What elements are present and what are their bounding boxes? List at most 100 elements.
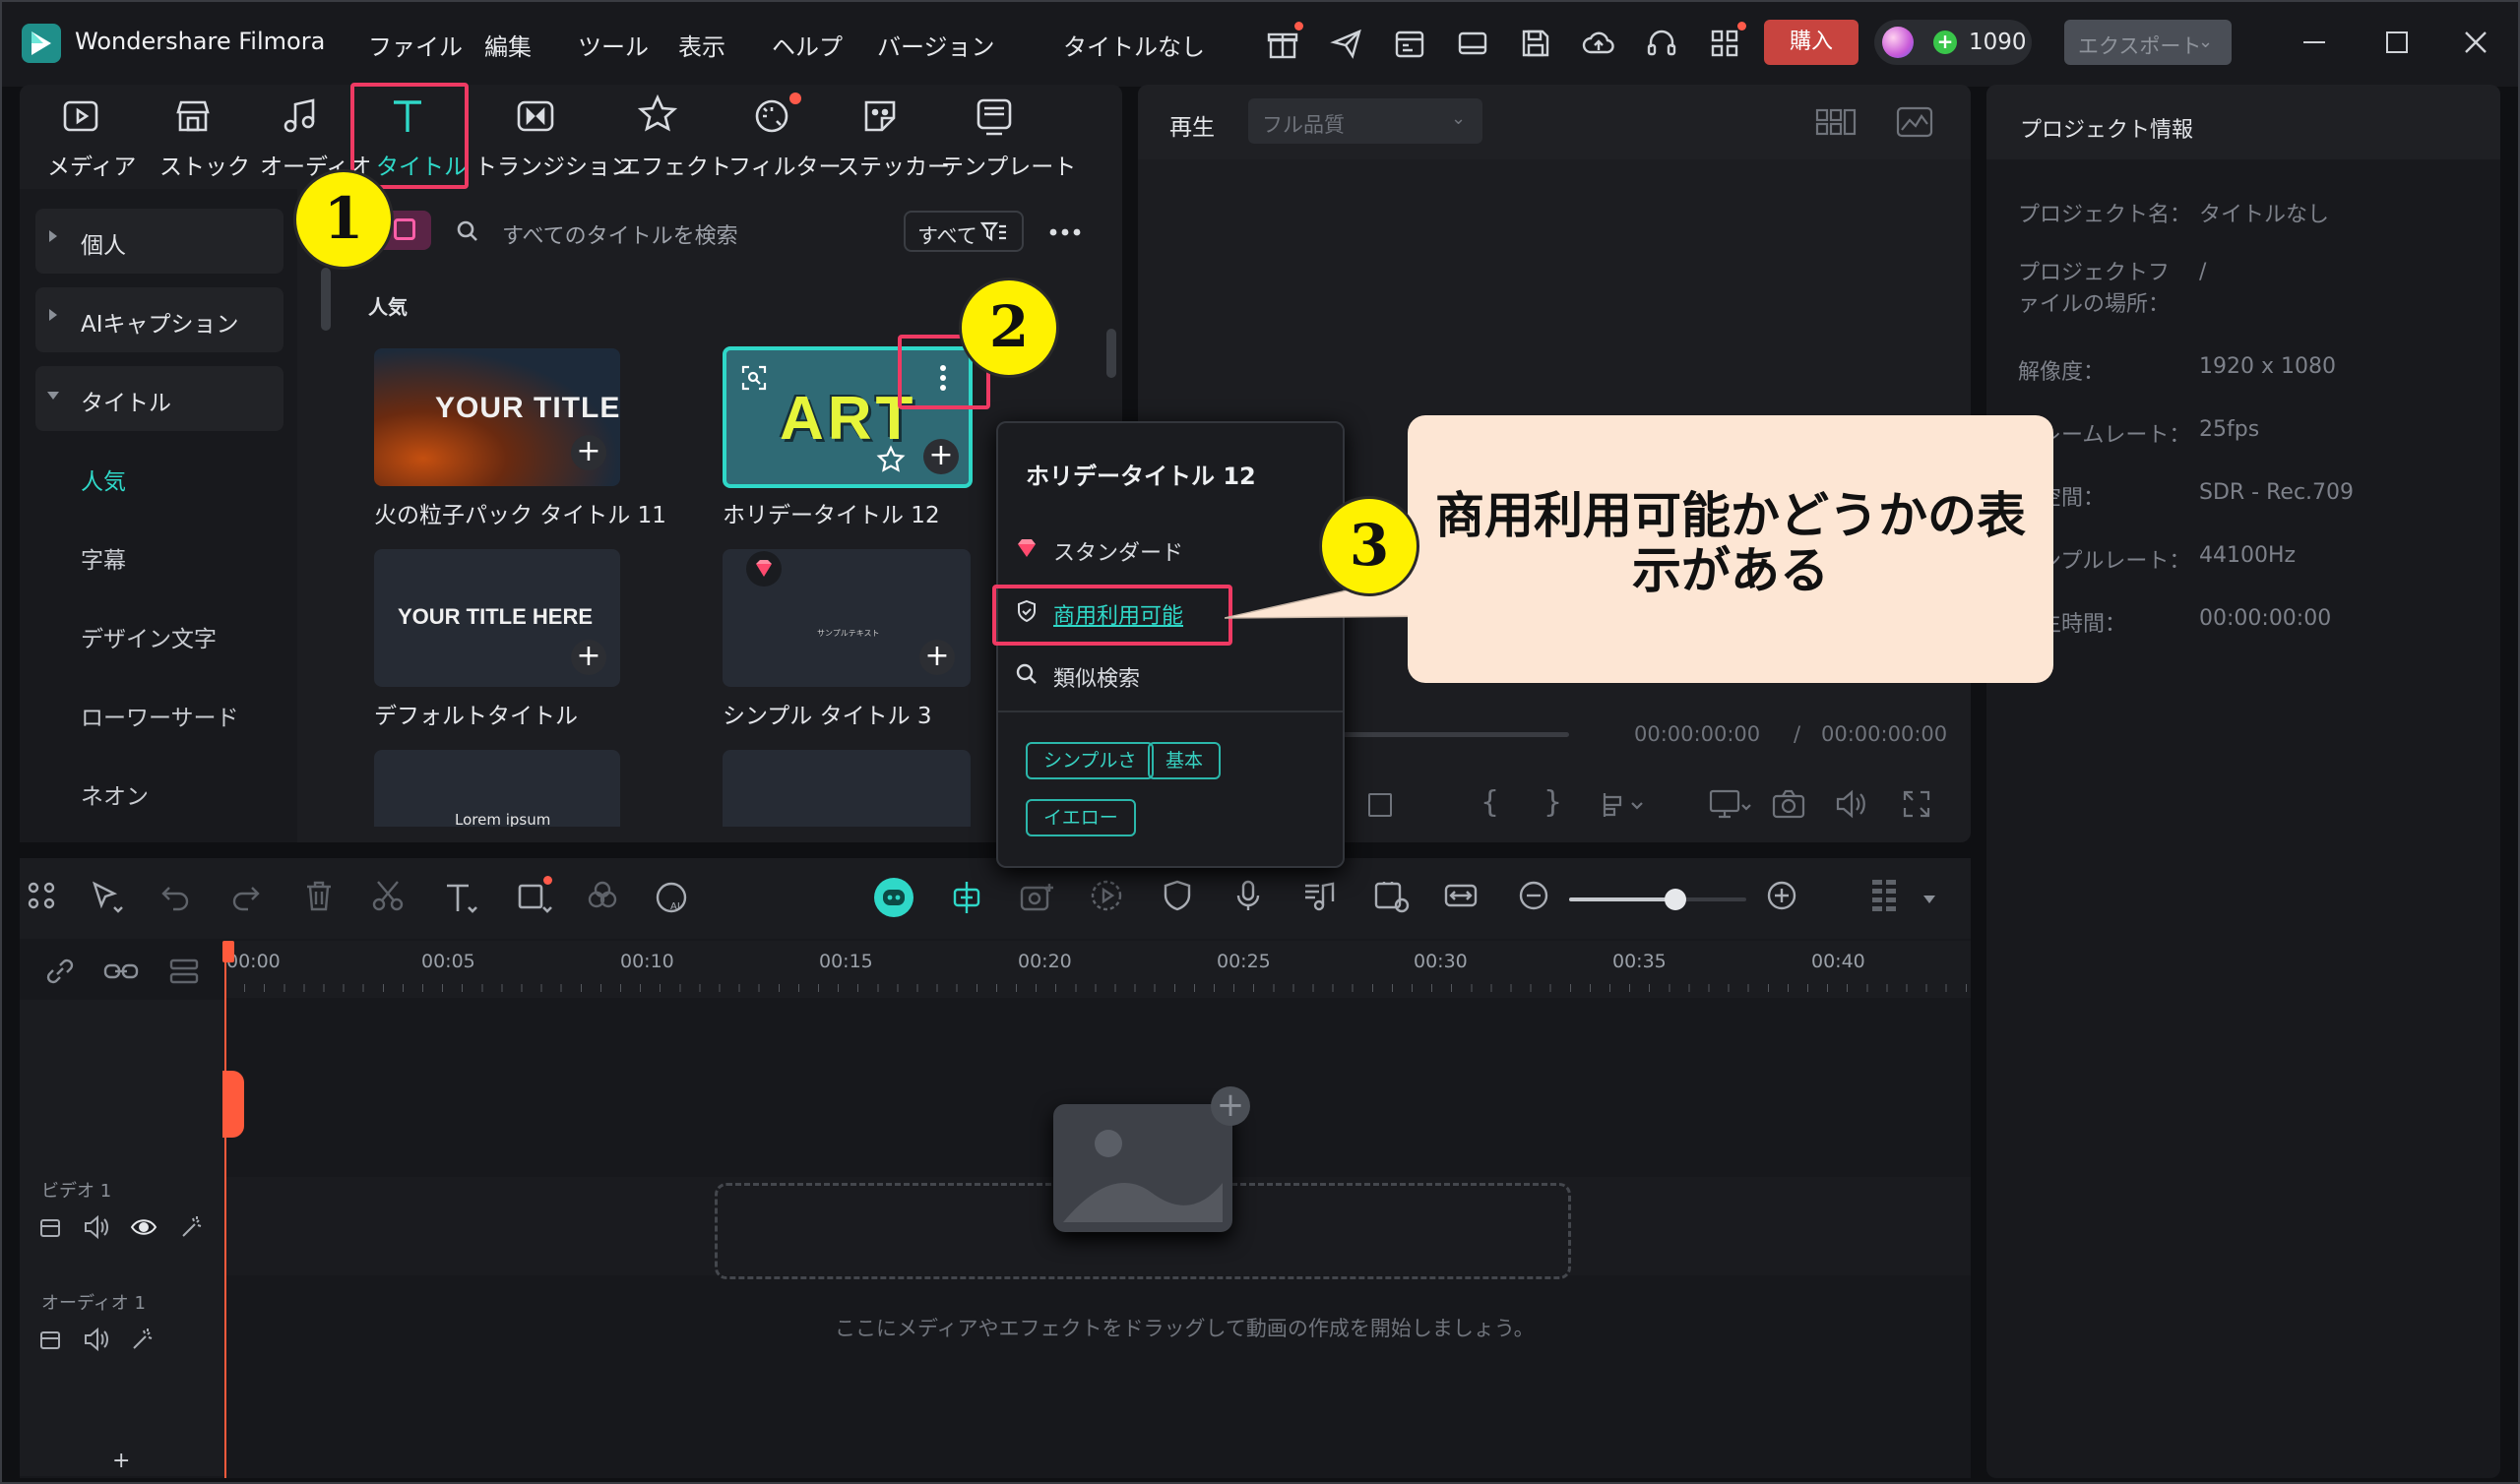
menu-edit[interactable]: 編集 — [484, 28, 532, 62]
minimize-button[interactable] — [2303, 41, 2325, 43]
marker-icon[interactable] — [1601, 791, 1646, 819]
sidebar-group-title[interactable]: タイトル — [35, 366, 284, 431]
add-icon[interactable]: + — [571, 435, 606, 470]
play-range-icon[interactable] — [1089, 878, 1128, 917]
grid-scrollbar[interactable] — [1106, 329, 1116, 378]
add-icon[interactable]: + — [571, 640, 606, 675]
display-icon[interactable] — [1709, 789, 1752, 821]
ai-companion-icon[interactable] — [874, 878, 914, 917]
headset-icon[interactable] — [1644, 26, 1679, 61]
transition-tab[interactable]: トランジション — [472, 85, 633, 183]
sidebar-group-ai-caption[interactable]: AIキャプション — [35, 287, 284, 352]
microphone-icon[interactable] — [1230, 878, 1270, 917]
stop-icon[interactable] — [1368, 793, 1392, 817]
menu-help[interactable]: ヘルプ — [772, 28, 843, 62]
sticker-tab[interactable]: ステッカー — [829, 85, 950, 183]
layout-icon[interactable] — [1455, 26, 1490, 61]
buy-button[interactable]: 購入 — [1764, 20, 1858, 65]
delete-trash-icon[interactable] — [301, 878, 341, 917]
zoom-slider[interactable] — [1569, 889, 1746, 910]
add-icon[interactable]: + — [919, 640, 955, 675]
playhead-handle[interactable] — [222, 1071, 244, 1138]
cloud-upload-icon[interactable] — [1581, 26, 1616, 61]
title-thumb-lorem[interactable]: Lorem ipsum — [374, 750, 620, 827]
playhead-line[interactable] — [224, 941, 226, 1478]
quality-dropdown[interactable]: フル品質 ⌄ — [1248, 98, 1482, 144]
track-visibility-eye-icon[interactable] — [130, 1216, 158, 1238]
timeline-view-icon[interactable] — [1372, 878, 1412, 917]
tag-simple[interactable]: シンプルさ — [1026, 742, 1155, 779]
track-lock-icon[interactable] — [37, 1327, 63, 1352]
render-preview-icon[interactable] — [1018, 878, 1057, 917]
zoom-in-icon[interactable] — [1764, 878, 1803, 917]
cut-scissors-icon[interactable] — [370, 878, 410, 917]
fit-timeline-icon[interactable] — [1443, 878, 1482, 917]
sidebar-scrollbar[interactable] — [321, 268, 331, 331]
zoom-out-icon[interactable] — [1516, 878, 1555, 917]
maximize-button[interactable] — [2386, 31, 2408, 53]
link-icon[interactable] — [43, 955, 77, 988]
save-icon[interactable] — [1518, 26, 1553, 61]
tag-basic[interactable]: 基本 — [1148, 742, 1222, 779]
snapshot-camera-icon[interactable] — [1772, 789, 1805, 819]
auto-ripple-icon[interactable] — [947, 878, 986, 917]
ai-tool-icon[interactable]: AI — [654, 878, 693, 917]
crop-shape-icon[interactable] — [514, 876, 553, 917]
track-lock-icon[interactable] — [37, 1214, 63, 1240]
timeline-ruler[interactable] — [224, 941, 1971, 998]
grid-view-icon[interactable] — [1815, 108, 1857, 136]
menu-tools[interactable]: ツール — [578, 28, 649, 62]
dropdown-caret-icon[interactable] — [1923, 896, 1935, 903]
track-mute-icon[interactable] — [83, 1327, 110, 1352]
menu-file[interactable]: ファイル — [368, 28, 463, 62]
tag-yellow[interactable]: イエロー — [1026, 799, 1136, 836]
calendar-icon[interactable] — [1392, 26, 1427, 61]
media-tab[interactable]: メディア — [30, 85, 138, 183]
redo-icon[interactable] — [228, 878, 268, 917]
title-thumb-default[interactable]: YOUR TITLE HERE + — [374, 549, 620, 687]
stock-tab[interactable]: ストック — [148, 85, 250, 183]
gift-icon[interactable] — [1265, 22, 1303, 61]
color-blend-icon[interactable] — [585, 878, 624, 917]
smart-search-icon[interactable] — [740, 364, 768, 392]
track-settings-icon[interactable] — [167, 955, 201, 988]
track-list-icon[interactable] — [1866, 878, 1906, 917]
group-link-icon[interactable] — [102, 955, 140, 988]
effect-tab[interactable]: エフェクト — [610, 85, 731, 183]
fullscreen-icon[interactable] — [1902, 789, 1931, 819]
menu-view[interactable]: 表示 — [678, 28, 725, 62]
audio-tab[interactable]: オーディオ — [254, 85, 371, 183]
volume-icon[interactable] — [1835, 789, 1868, 819]
add-media-icon[interactable]: + — [1211, 1086, 1250, 1126]
mark-out-icon[interactable]: } — [1544, 785, 1562, 820]
undo-icon[interactable] — [158, 878, 197, 917]
music-track-icon[interactable] — [1301, 878, 1341, 917]
add-track-button[interactable]: + — [112, 1449, 130, 1473]
mark-in-icon[interactable]: { — [1480, 785, 1499, 820]
send-icon[interactable] — [1329, 26, 1364, 61]
add-icon[interactable]: + — [923, 439, 959, 474]
text-tool-icon[interactable] — [441, 878, 480, 917]
credits-badge[interactable]: + 1090 — [1874, 20, 2032, 65]
zoom-slider-knob[interactable] — [1665, 889, 1686, 910]
favorite-star-icon[interactable] — [876, 445, 906, 474]
title-thumb-fire-particle[interactable]: YOUR TITLE + — [374, 348, 620, 486]
scope-chart-icon[interactable] — [1896, 106, 1933, 138]
filter-tab[interactable]: フィルター — [719, 85, 842, 183]
layout-grid-icon[interactable] — [24, 878, 63, 917]
track-mute-icon[interactable] — [83, 1214, 110, 1240]
title-thumb-simple-3[interactable]: サンプルテキスト + — [723, 549, 971, 687]
playhead-head[interactable] — [222, 941, 234, 962]
export-button[interactable]: エクスポート ⌄ — [2064, 20, 2232, 65]
title-thumb-next[interactable] — [723, 750, 971, 827]
sidebar-item-subtitles[interactable]: 字幕 — [81, 541, 126, 575]
close-button[interactable] — [2461, 28, 2490, 57]
search-input[interactable]: すべてのタイトルを検索 — [502, 218, 738, 250]
sidebar-group-personal[interactable]: 個人 — [35, 209, 284, 274]
menu-version[interactable]: バージョン — [877, 28, 995, 62]
menu-item-similar-search[interactable]: 類似検索 — [998, 648, 1343, 701]
track-effects-wand-icon[interactable] — [179, 1214, 205, 1240]
apps-grid-icon[interactable] — [1707, 22, 1746, 61]
playback-progress[interactable] — [1343, 732, 1569, 737]
shield-icon[interactable] — [1160, 878, 1199, 917]
